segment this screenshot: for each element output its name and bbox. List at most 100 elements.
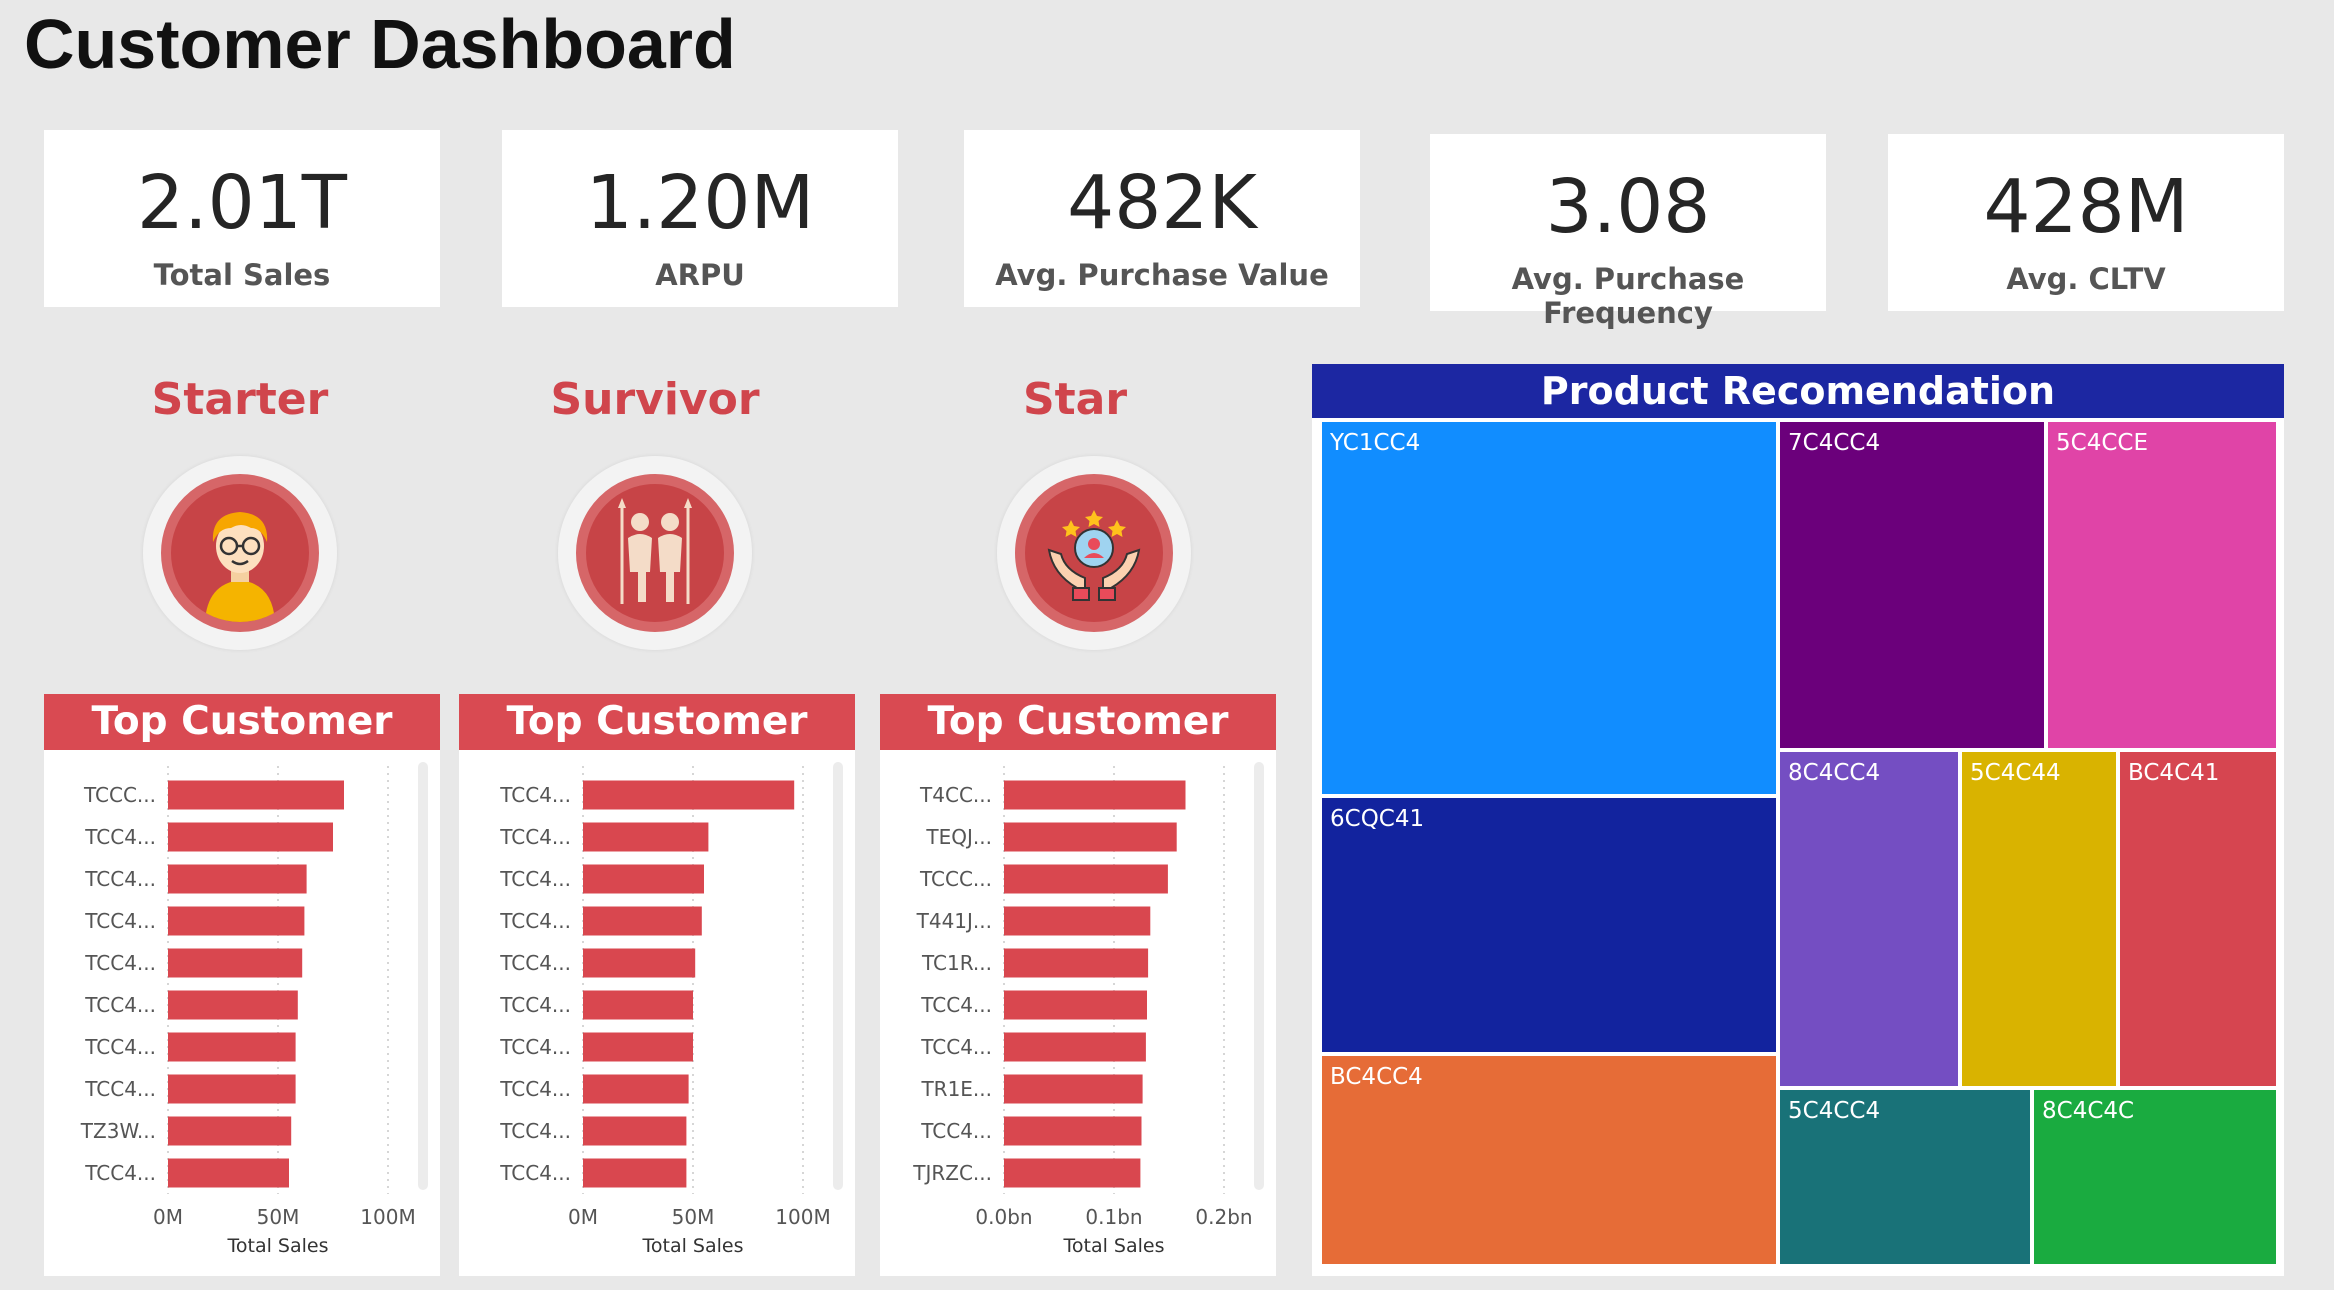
treemap-tile[interactable]: BC4CC4 (1320, 1054, 1778, 1266)
bar[interactable] (583, 1032, 693, 1062)
bar[interactable] (1004, 906, 1151, 936)
bar[interactable] (583, 1074, 689, 1104)
treemap-tile[interactable]: YC1CC4 (1320, 420, 1778, 796)
bar[interactable] (1004, 822, 1177, 852)
y-category-label: TCC4... (84, 1077, 156, 1101)
bar[interactable] (168, 822, 333, 852)
scrollbar[interactable] (833, 762, 843, 1190)
top-customer-card-star: Top Customer 0.0bn 0.1bn 0.2bn T4CC... TEQJ.… (880, 694, 1276, 1276)
bar[interactable] (168, 1116, 292, 1146)
bar[interactable] (583, 948, 696, 978)
bar[interactable] (1004, 780, 1186, 810)
kpi-value: 3.08 (1545, 164, 1711, 250)
top-customer-card-starter: Top Customer 0M 50M 100M TCCC... TCC4... TCC4… (44, 694, 440, 1276)
bar[interactable] (1004, 990, 1147, 1020)
y-category-label: TCC4... (499, 1077, 571, 1101)
bar[interactable] (583, 864, 704, 894)
top-customer-card-survivor: Top Customer 0M 50M 100M TCC4... TCC4... TCC4… (459, 694, 855, 1276)
x-tick-label: 50M (672, 1205, 715, 1229)
kpi-card-avg-purchase-frequency[interactable]: 3.08 Avg. Purchase Frequency (1430, 134, 1826, 330)
y-category-label: TCC4... (499, 1119, 571, 1143)
x-axis-title: Total Sales (1063, 1235, 1165, 1257)
segment-title-survivor: Survivor (550, 374, 760, 425)
treemap-tile-label: 7C4CC4 (1788, 430, 1881, 456)
y-category-label: TCC4... (499, 825, 571, 849)
bar[interactable] (168, 1074, 296, 1104)
top-customer-bar-chart-starter: 0M 50M 100M TCCC... TCC4... TCC4... TCC4... TCC… (80, 762, 428, 1257)
y-category-label: TCC4... (499, 1161, 571, 1185)
bar[interactable] (1004, 1116, 1142, 1146)
treemap-tile-label: 8C4CC4 (1788, 760, 1881, 786)
bar[interactable] (1004, 1032, 1146, 1062)
treemap-tile[interactable]: 6CQC41 (1320, 796, 1778, 1054)
bar[interactable] (1004, 1074, 1143, 1104)
bar[interactable] (1004, 864, 1168, 894)
kpi-card-arpu[interactable]: 1.20M ARPU (502, 130, 898, 307)
bar[interactable] (583, 906, 702, 936)
treemap-tile[interactable]: 7C4CC4 (1778, 420, 2046, 750)
bar[interactable] (583, 1116, 687, 1146)
y-category-label: TCC4... (499, 909, 571, 933)
kpi-label: Avg. Purchase Frequency (1511, 262, 1745, 330)
x-tick-label: 0M (568, 1205, 598, 1229)
product-recommendation-treemap: Product Recomendation YC1CC4 7C4CC4 5C4C… (1312, 364, 2284, 1276)
treemap-tile-label: 5C4CCE (2056, 430, 2148, 456)
bar[interactable] (583, 1158, 687, 1188)
y-category-label: TCCC... (83, 783, 156, 807)
kpi-card-avg-purchase-value[interactable]: 482K Avg. Purchase Value (964, 130, 1360, 307)
card-header: Top Customer (880, 694, 1276, 750)
page-title: Customer Dashboard (24, 5, 736, 83)
kpi-label: Avg. Purchase Value (995, 258, 1329, 292)
user-avatar-icon (161, 474, 319, 632)
y-category-label: TCC4... (84, 951, 156, 975)
treemap-tile[interactable]: 8C4C4C (2032, 1088, 2278, 1266)
treemap-tile[interactable]: BC4C41 (2118, 750, 2278, 1088)
bar[interactable] (168, 864, 307, 894)
bar[interactable] (168, 1158, 289, 1188)
y-category-label: TCC4... (499, 993, 571, 1017)
treemap-tile[interactable]: 8C4CC4 (1778, 750, 1960, 1088)
bar[interactable] (168, 1032, 296, 1062)
treemap-tile[interactable]: 5C4C44 (1960, 750, 2118, 1088)
kpi-card-total-sales[interactable]: 2.01T Total Sales (44, 130, 440, 307)
y-category-label: TEQJ... (925, 825, 992, 849)
treemap-tile-label: YC1CC4 (1330, 430, 1421, 456)
treemap-tile-label: 5C4CC4 (1788, 1098, 1881, 1124)
kpi-value: 1.20M (585, 160, 815, 246)
bar[interactable] (583, 780, 795, 810)
scrollbar[interactable] (418, 762, 428, 1190)
x-tick-label: 100M (775, 1205, 830, 1229)
y-category-label: TCC4... (920, 1035, 992, 1059)
x-tick-label: 100M (360, 1205, 415, 1229)
bar[interactable] (583, 990, 693, 1020)
kpi-card-avg-cltv[interactable]: 428M Avg. CLTV (1888, 134, 2284, 311)
treemap-tile-label: 8C4C4C (2042, 1098, 2135, 1124)
x-axis-title: Total Sales (642, 1235, 744, 1257)
y-category-label: TC1R... (921, 951, 992, 975)
star-customer-hands-icon (1015, 474, 1173, 632)
bar[interactable] (168, 990, 298, 1020)
survivor-couple-icon (576, 474, 734, 632)
bar[interactable] (168, 906, 305, 936)
bar[interactable] (1004, 948, 1149, 978)
kpi-value: 2.01T (137, 160, 347, 246)
treemap-tile-label: 5C4C44 (1970, 760, 2061, 786)
scrollbar[interactable] (1254, 762, 1264, 1190)
card-header: Top Customer (44, 694, 440, 750)
x-tick-label: 0.2bn (1195, 1205, 1252, 1229)
y-category-label: TCC4... (499, 951, 571, 975)
bar[interactable] (1004, 1158, 1141, 1188)
bar[interactable] (168, 780, 344, 810)
y-category-label: TCC4... (84, 909, 156, 933)
bar[interactable] (583, 822, 709, 852)
treemap-tile[interactable]: 5C4CC4 (1778, 1088, 2032, 1266)
starter-icon-ring (143, 456, 337, 650)
top-customer-bar-chart-survivor: 0M 50M 100M TCC4... TCC4... TCC4... TCC4... TCC… (499, 762, 843, 1257)
y-category-label: TCC4... (499, 783, 571, 807)
treemap-title: Product Recomendation (1312, 364, 2284, 418)
treemap-tile[interactable]: 5C4CCE (2046, 420, 2278, 750)
x-tick-label: 0M (153, 1205, 183, 1229)
bar[interactable] (168, 948, 303, 978)
y-category-label: TCC4... (84, 1035, 156, 1059)
treemap-tile-label: BC4C41 (2128, 760, 2220, 786)
